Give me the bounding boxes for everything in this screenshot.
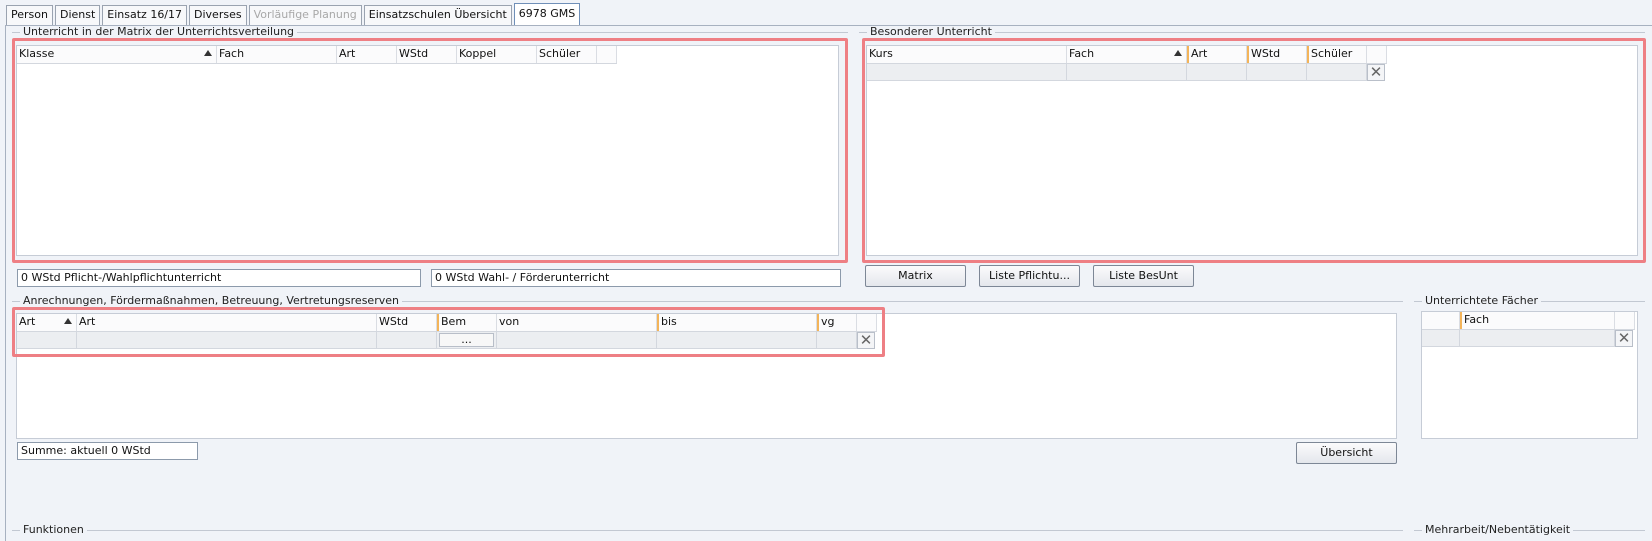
group-line-funktionen bbox=[12, 530, 1403, 531]
liste-pflicht-button[interactable]: Liste Pflichtu... bbox=[979, 265, 1080, 287]
tab-bar: Person Dienst Einsatz 16/17 Diverses Vor… bbox=[6, 3, 582, 25]
group-title-besonderer: Besonderer Unterricht bbox=[867, 26, 995, 38]
highlight-unterricht bbox=[12, 38, 848, 263]
delete-row-icon[interactable]: ✕ bbox=[1615, 330, 1633, 347]
tab-vorlaeufige-planung: Vorläufige Planung bbox=[248, 5, 362, 25]
pflicht-summary: 0 WStd Pflicht-/Wahlpflichtunterricht bbox=[17, 269, 421, 287]
group-title-funktionen: Funktionen bbox=[20, 524, 87, 536]
tab-person[interactable]: Person bbox=[6, 5, 53, 25]
tab-einsatzschulen-uebersicht[interactable]: Einsatzschulen Übersicht bbox=[363, 5, 512, 25]
highlight-besonderer bbox=[862, 38, 1646, 263]
panel-edge bbox=[5, 25, 6, 541]
faecher-grid-header: Fach bbox=[1422, 312, 1635, 330]
summe-field: Summe: aktuell 0 WStd bbox=[17, 442, 198, 460]
tab-diverses[interactable]: Diverses bbox=[189, 5, 247, 25]
group-title-mehrarbeit: Mehrarbeit/Nebentätigkeit bbox=[1422, 524, 1574, 536]
uebersicht-button[interactable]: Übersicht bbox=[1296, 442, 1397, 464]
tab-dienst[interactable]: Dienst bbox=[54, 5, 101, 25]
faecher-grid[interactable]: Fach ✕ bbox=[1421, 311, 1638, 439]
matrix-button[interactable]: Matrix bbox=[865, 265, 966, 287]
new-row-cell[interactable] bbox=[1460, 330, 1615, 347]
tab-einsatz[interactable]: Einsatz 16/17 bbox=[102, 5, 188, 25]
new-row-cell[interactable] bbox=[1422, 330, 1460, 347]
highlight-anrechnungen bbox=[12, 307, 885, 357]
col-fach[interactable]: Fach bbox=[1460, 312, 1615, 329]
col-spacer bbox=[1615, 312, 1635, 329]
liste-besunt-button[interactable]: Liste BesUnt bbox=[1093, 265, 1194, 287]
group-title-anrechnungen: Anrechnungen, Fördermaßnahmen, Betreuung… bbox=[20, 295, 402, 307]
wahl-summary: 0 WStd Wahl- / Förderunterricht bbox=[431, 269, 841, 287]
group-title-faecher: Unterrichtete Fächer bbox=[1422, 295, 1542, 307]
group-title-unterricht: Unterricht in der Matrix der Unterrichts… bbox=[20, 26, 298, 38]
col-blank bbox=[1422, 312, 1460, 329]
tab-gms[interactable]: 6978 GMS bbox=[513, 3, 581, 25]
faecher-new-row[interactable]: ✕ bbox=[1422, 330, 1633, 347]
